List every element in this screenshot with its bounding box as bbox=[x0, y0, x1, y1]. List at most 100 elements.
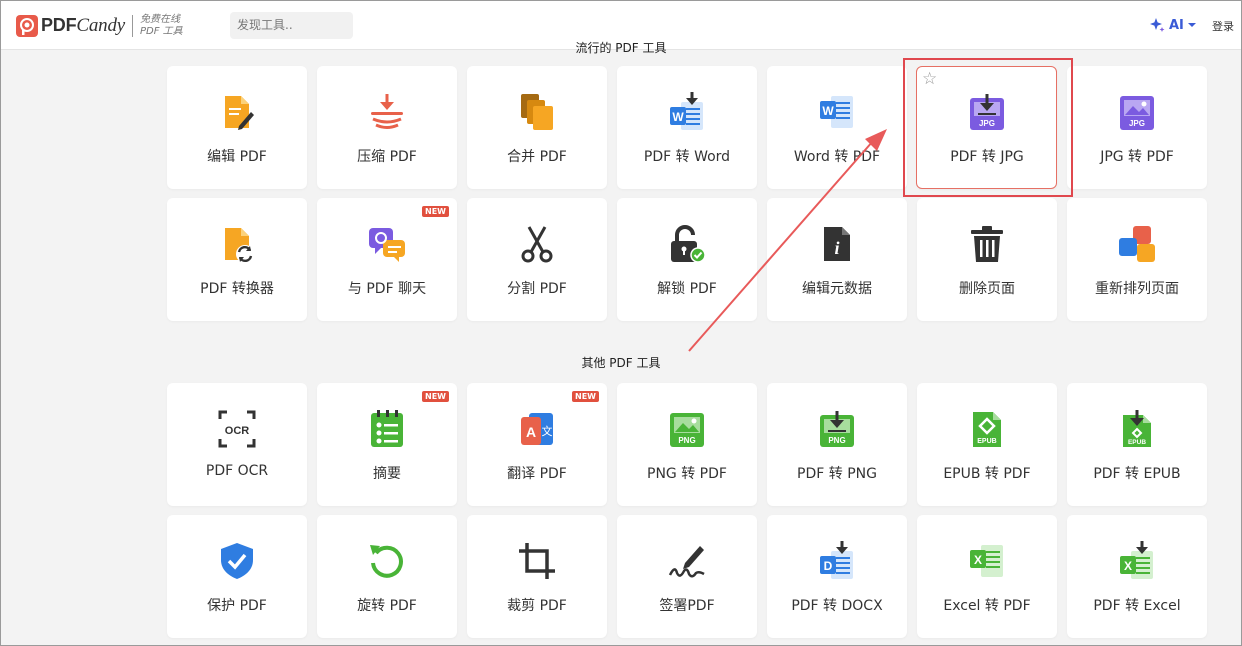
ai-menu-button[interactable]: AI bbox=[1149, 17, 1196, 33]
tool-card-label: Excel 转 PDF bbox=[943, 598, 1031, 614]
tool-card-pdf-converter[interactable]: PDF 转换器 bbox=[167, 198, 307, 321]
tool-card-label: PDF 转 Excel bbox=[1093, 598, 1181, 614]
rearrange-icon bbox=[1117, 224, 1157, 264]
brand-name: PDFCandy bbox=[41, 15, 126, 36]
excel-to-pdf-icon: X bbox=[967, 541, 1007, 581]
new-badge: NEW bbox=[422, 206, 449, 217]
svg-text:W: W bbox=[822, 104, 834, 118]
tool-card-label: 分割 PDF bbox=[507, 281, 567, 297]
translate-icon: A文 bbox=[517, 409, 557, 449]
tool-card-label: 合并 PDF bbox=[507, 149, 567, 165]
tool-card-png-to-pdf[interactable]: PNG PNG 转 PDF bbox=[617, 383, 757, 506]
chevron-down-icon bbox=[1187, 23, 1196, 27]
tool-card-crop[interactable]: 裁剪 PDF bbox=[467, 515, 607, 638]
svg-text:文: 文 bbox=[542, 424, 553, 438]
svg-text:JPG: JPG bbox=[1129, 119, 1145, 128]
tool-card-label: 翻译 PDF bbox=[507, 466, 567, 482]
tool-card-compress-pdf[interactable]: 压缩 PDF bbox=[317, 66, 457, 189]
chat-pdf-icon bbox=[367, 224, 407, 264]
tool-card-label: PDF 转 DOCX bbox=[791, 598, 883, 614]
tool-card-metadata[interactable]: i 编辑元数据 bbox=[767, 198, 907, 321]
tool-card-label: 编辑 PDF bbox=[207, 149, 267, 165]
tool-card-label: PDF 转 Word bbox=[643, 149, 731, 165]
pdfcandy-logo[interactable]: PDFCandy 免费在线 PDF 工具 bbox=[16, 14, 183, 38]
edit-pdf-icon bbox=[217, 92, 257, 132]
scissors-icon bbox=[517, 224, 557, 264]
tool-card-label: PNG 转 PDF bbox=[647, 466, 727, 482]
tool-card-label: PDF 转 EPUB bbox=[1093, 466, 1181, 482]
tool-card-label: 摘要 bbox=[373, 466, 401, 482]
merge-pdf-icon bbox=[517, 92, 557, 132]
tool-card-label: 删除页面 bbox=[959, 281, 1015, 297]
tool-card-label: 压缩 PDF bbox=[357, 149, 417, 165]
svg-text:A: A bbox=[526, 424, 536, 440]
tool-card-rotate[interactable]: 旋转 PDF bbox=[317, 515, 457, 638]
popular-tools-title: 流行的 PDF 工具 bbox=[575, 41, 667, 55]
shield-icon bbox=[217, 541, 257, 581]
svg-text:D: D bbox=[824, 559, 833, 573]
tool-card-merge-pdf[interactable]: 合并 PDF bbox=[467, 66, 607, 189]
tool-card-pdf-to-docx[interactable]: D PDF 转 DOCX bbox=[767, 515, 907, 638]
tool-card-ocr[interactable]: OCR PDF OCR bbox=[167, 383, 307, 506]
tool-card-label: PDF OCR bbox=[205, 463, 269, 479]
svg-text:W: W bbox=[672, 110, 684, 124]
svg-text:PNG: PNG bbox=[678, 436, 695, 445]
tool-card-pdf-to-epub[interactable]: EPUB PDF 转 EPUB bbox=[1067, 383, 1207, 506]
svg-text:i: i bbox=[834, 238, 839, 258]
tool-card-edit-pdf[interactable]: 编辑 PDF bbox=[167, 66, 307, 189]
sign-icon bbox=[667, 541, 707, 581]
summary-icon bbox=[367, 409, 407, 449]
other-tools-title: 其他 PDF 工具 bbox=[581, 356, 661, 370]
tool-card-chat-pdf[interactable]: 与 PDF 聊天 NEW bbox=[317, 198, 457, 321]
login-link[interactable]: 登录 bbox=[1212, 18, 1234, 34]
tool-card-pdf-to-png[interactable]: PNG PDF 转 PNG bbox=[767, 383, 907, 506]
ai-label: AI bbox=[1169, 17, 1184, 33]
tool-card-epub-to-pdf[interactable]: EPUB EPUB 转 PDF bbox=[917, 383, 1057, 506]
tool-card-excel-to-pdf[interactable]: X Excel 转 PDF bbox=[917, 515, 1057, 638]
sparkle-icon bbox=[1150, 18, 1165, 32]
unlock-icon bbox=[667, 224, 707, 264]
tool-card-pdf-to-word[interactable]: W PDF 转 Word bbox=[617, 66, 757, 189]
pdf-to-word-icon: W bbox=[667, 92, 707, 132]
svg-text:EPUB: EPUB bbox=[977, 438, 996, 445]
tool-card-translate[interactable]: A 文翻译 PDF NEW bbox=[467, 383, 607, 506]
svg-text:X: X bbox=[974, 553, 982, 567]
crop-icon bbox=[517, 541, 557, 581]
tool-card-label: 重新排列页面 bbox=[1095, 281, 1179, 297]
png-to-pdf-icon: PNG bbox=[667, 409, 707, 449]
tool-card-label: JPG 转 PDF bbox=[1100, 149, 1174, 165]
trash-icon bbox=[967, 224, 1007, 264]
tool-card-label: 解锁 PDF bbox=[657, 281, 717, 297]
pdf-to-excel-icon: X bbox=[1117, 541, 1157, 581]
tool-card-label: 裁剪 PDF bbox=[507, 598, 567, 614]
ocr-icon: OCR bbox=[217, 409, 257, 449]
tool-card-shield[interactable]: 保护 PDF bbox=[167, 515, 307, 638]
pdf-to-png-icon: PNG bbox=[817, 409, 857, 449]
tool-card-pdf-to-excel[interactable]: X PDF 转 Excel bbox=[1067, 515, 1207, 638]
tool-card-unlock[interactable]: 解锁 PDF bbox=[617, 198, 757, 321]
new-badge: NEW bbox=[572, 391, 599, 402]
brand-tagline: 免费在线 PDF 工具 bbox=[140, 14, 183, 37]
tool-card-summary[interactable]: 摘要 NEW bbox=[317, 383, 457, 506]
tool-card-label: EPUB 转 PDF bbox=[943, 466, 1031, 482]
tool-card-scissors[interactable]: 分割 PDF bbox=[467, 198, 607, 321]
rotate-icon bbox=[367, 541, 407, 581]
search-input[interactable]: 发现工具.. bbox=[230, 12, 353, 39]
jpg-to-pdf-icon: JPG bbox=[1117, 92, 1157, 132]
svg-text:EPUB: EPUB bbox=[1128, 439, 1146, 446]
tool-card-rearrange[interactable]: 重新排列页面 bbox=[1067, 198, 1207, 321]
svg-text:OCR: OCR bbox=[225, 425, 250, 437]
epub-to-pdf-icon: EPUB bbox=[967, 409, 1007, 449]
logo-divider bbox=[132, 15, 134, 37]
tool-card-label: Word 转 PDF bbox=[793, 149, 881, 165]
word-to-pdf-icon: W bbox=[817, 92, 857, 132]
tool-card-label: 签署PDF bbox=[659, 598, 715, 614]
highlight-box-inner bbox=[916, 66, 1057, 189]
compress-pdf-icon bbox=[367, 92, 407, 132]
tool-card-sign[interactable]: 签署PDF bbox=[617, 515, 757, 638]
tool-card-trash[interactable]: 删除页面 bbox=[917, 198, 1057, 321]
tool-card-jpg-to-pdf[interactable]: JPG JPG 转 PDF bbox=[1067, 66, 1207, 189]
tool-card-word-to-pdf[interactable]: W Word 转 PDF bbox=[767, 66, 907, 189]
tool-card-label: 编辑元数据 bbox=[802, 281, 872, 297]
tool-card-label: PDF 转 PNG bbox=[797, 466, 877, 482]
